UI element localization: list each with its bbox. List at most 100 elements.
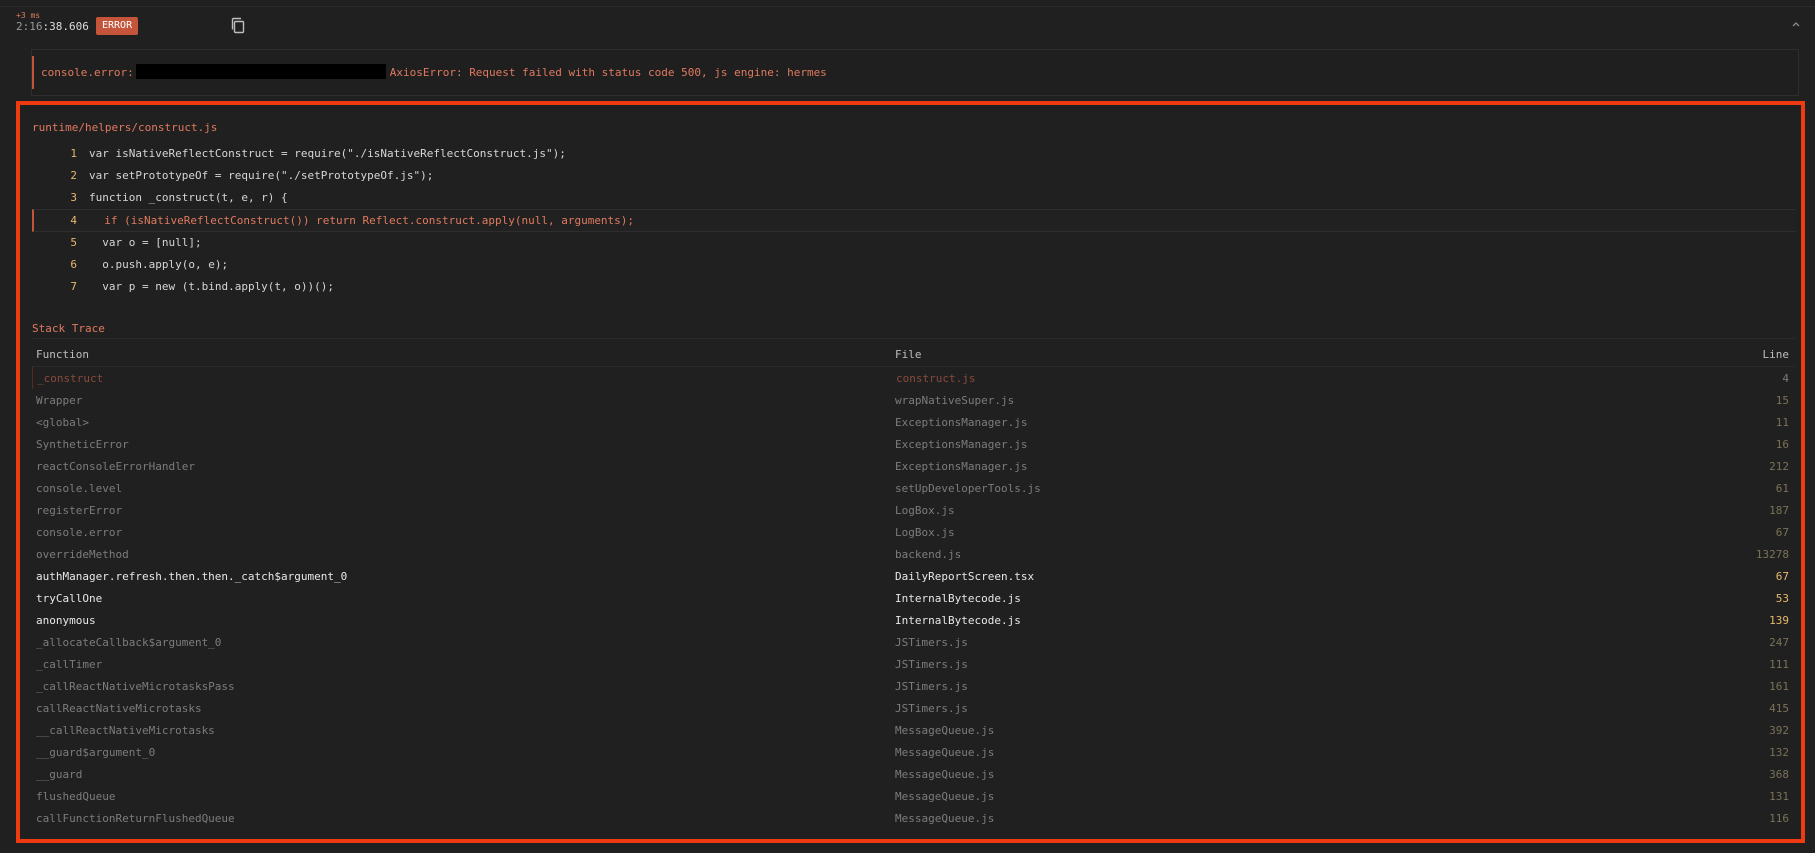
log-level-badge: ERROR <box>96 17 139 35</box>
stack-frame-row[interactable]: anonymous InternalBytecode.js 139 <box>32 609 1795 631</box>
stack-frame-file: JSTimers.js <box>895 658 968 671</box>
stack-frame-function: anonymous <box>36 614 96 627</box>
code-text: function _construct(t, e, r) { <box>89 191 288 204</box>
stack-frame-line: 53 <box>1775 592 1789 605</box>
stack-frame-row[interactable]: _allocateCallback$argument_0 JSTimers.js 2… <box>32 631 1795 653</box>
code-frame: 1 var isNativeReflectConstruct = require(… <box>32 143 1796 298</box>
time-delta: +3 ms <box>16 11 41 20</box>
stack-frame-row[interactable]: __guard MessageQueue.js 368 <box>32 763 1795 785</box>
stack-frame-line: 247 <box>1769 636 1789 649</box>
stack-frame-function: overrideMethod <box>36 548 129 561</box>
stack-frame-line: 392 <box>1769 724 1789 737</box>
stack-frame-function: registerError <box>36 504 123 517</box>
stack-frame-line: 368 <box>1769 768 1789 781</box>
stack-frame-function: _callReactNativeMicrotasksPass <box>36 680 235 693</box>
stack-frame-row[interactable]: callReactNativeMicrotasks JSTimers.js 415 <box>32 697 1795 719</box>
stack-frame-line: 161 <box>1769 680 1789 693</box>
stack-frame-line: 187 <box>1769 504 1789 517</box>
stack-frame-row[interactable]: Wrapper wrapNativeSuper.js 15 <box>32 389 1795 411</box>
stack-frame-file: MessageQueue.js <box>895 724 995 737</box>
stack-frame-file: DailyReportScreen.tsx <box>895 570 1035 583</box>
redacted-block <box>135 64 386 79</box>
stack-frame-function: authManager.refresh.then.then._catch$arg… <box>36 570 348 583</box>
code-frame-file[interactable]: runtime/helpers/construct.js <box>32 121 217 134</box>
code-text: o.push.apply(o, e); <box>89 258 229 271</box>
divider <box>0 6 1815 7</box>
stack-frame-function: __guard <box>36 768 83 781</box>
stack-frame-row[interactable]: tryCallOne InternalBytecode.js 53 <box>32 587 1795 609</box>
copy-icon[interactable] <box>230 17 246 35</box>
stack-frame-function: _allocateCallback$argument_0 <box>36 636 222 649</box>
stack-frame-file: construct.js <box>896 372 976 385</box>
stack-frame-row[interactable]: <global> ExceptionsManager.js 11 <box>32 411 1795 433</box>
stack-frame-line: 139 <box>1769 614 1789 627</box>
stack-frame-row[interactable]: _callTimer JSTimers.js 111 <box>32 653 1795 675</box>
stack-frame-row[interactable]: callFunctionReturnFlushedQueue MessageQue… <box>32 807 1795 829</box>
stack-trace-header-row: Function File Line <box>32 343 1795 367</box>
stack-frame-line: 415 <box>1769 702 1789 715</box>
stack-frame-file: ExceptionsManager.js <box>895 416 1028 429</box>
stack-frame-file: ExceptionsManager.js <box>895 460 1028 473</box>
column-header-function: Function <box>36 348 89 361</box>
stack-frame-file: ExceptionsManager.js <box>895 438 1028 451</box>
timestamp: 2:16:38.606 <box>16 20 89 33</box>
chevron-up-icon[interactable] <box>1789 17 1803 31</box>
stack-frame-file: InternalBytecode.js <box>895 592 1021 605</box>
stack-frame-function: _construct <box>37 372 104 385</box>
stack-frame-row[interactable]: __guard$argument_0 MessageQueue.js 132 <box>32 741 1795 763</box>
line-number: 4 <box>70 214 77 227</box>
stack-frame-line: 131 <box>1769 790 1789 803</box>
timestamp-hour-minute: 2:16 <box>16 20 43 33</box>
stack-frame-row[interactable]: authManager.refresh.then.then._catch$arg… <box>32 565 1795 587</box>
stack-frame-function: _callTimer <box>36 658 103 671</box>
stack-frame-line: 111 <box>1769 658 1789 671</box>
message-prefix: console.error: <box>41 66 134 79</box>
stack-trace-table: Function File Line _construct construct.j… <box>32 343 1795 829</box>
line-number: 2 <box>70 169 77 182</box>
stack-frame-file: wrapNativeSuper.js <box>895 394 1015 407</box>
stack-frame-row[interactable]: SyntheticError ExceptionsManager.js 16 <box>32 433 1795 455</box>
stack-frame-file: MessageQueue.js <box>895 746 995 759</box>
stack-frame-row[interactable]: overrideMethod backend.js 13278 <box>32 543 1795 565</box>
stack-frame-file: backend.js <box>895 548 962 561</box>
stack-frame-row[interactable]: registerError LogBox.js 187 <box>32 499 1795 521</box>
stack-frame-file: setUpDeveloperTools.js <box>895 482 1041 495</box>
stack-frame-function: flushedQueue <box>36 790 116 803</box>
stack-frame-file: InternalBytecode.js <box>895 614 1021 627</box>
stack-frame-row[interactable]: flushedQueue MessageQueue.js 131 <box>32 785 1795 807</box>
stack-frame-line: 13278 <box>1755 548 1789 561</box>
stack-frame-row[interactable]: __callReactNativeMicrotasks MessageQueue.… <box>32 719 1795 741</box>
stack-frame-file: MessageQueue.js <box>895 768 995 781</box>
line-number: 3 <box>70 191 77 204</box>
line-number: 1 <box>70 147 77 160</box>
stack-frame-row[interactable]: console.error LogBox.js 67 <box>32 521 1795 543</box>
divider <box>32 338 1795 339</box>
line-number: 6 <box>70 258 77 271</box>
line-number: 5 <box>70 236 77 249</box>
stack-frame-file: LogBox.js <box>895 526 955 539</box>
stack-frame-line: 132 <box>1769 746 1789 759</box>
error-detail-panel: runtime/helpers/construct.js 1 var isNati… <box>16 101 1805 843</box>
stack-frame-row[interactable]: reactConsoleErrorHandler ExceptionsManage… <box>32 455 1795 477</box>
code-line: 5 var o = [null]; <box>32 232 1796 254</box>
stack-frame-function: SyntheticError <box>36 438 129 451</box>
code-line: 7 var p = new (t.bind.apply(t, o))(); <box>32 276 1796 298</box>
stack-frame-file: JSTimers.js <box>895 680 968 693</box>
code-line: 2 var setPrototypeOf = require("./setProt… <box>32 165 1796 187</box>
stack-frame-file: MessageQueue.js <box>895 812 995 825</box>
line-number: 7 <box>70 280 77 293</box>
stack-frame-row[interactable]: console.level setUpDeveloperTools.js 61 <box>32 477 1795 499</box>
code-line: 1 var isNativeReflectConstruct = require(… <box>32 143 1796 165</box>
timestamp-seconds: :38.606 <box>42 20 89 33</box>
stack-frame-row[interactable]: _callReactNativeMicrotasksPass JSTimers.j… <box>32 675 1795 697</box>
stack-frame-function: callReactNativeMicrotasks <box>36 702 202 715</box>
code-text: var isNativeReflectConstruct = require("… <box>89 147 566 160</box>
stack-frame-function: reactConsoleErrorHandler <box>36 460 195 473</box>
column-header-line: Line <box>1762 348 1790 361</box>
stack-frame-file: LogBox.js <box>895 504 955 517</box>
stack-frame-line: 11 <box>1775 416 1789 429</box>
error-message: console.error: AxiosError: Request failed… <box>41 64 827 79</box>
log-entry: +3 ms 2:16:38.606 ERROR console.error: Ax… <box>0 0 1815 853</box>
code-text: var o = [null]; <box>89 236 202 249</box>
stack-frame-row[interactable]: _construct construct.js 4 <box>32 367 1795 389</box>
